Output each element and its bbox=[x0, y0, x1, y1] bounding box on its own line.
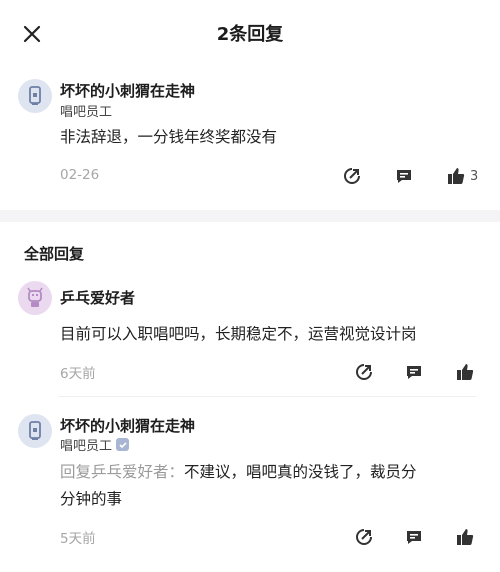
like-button[interactable]: 3 bbox=[446, 166, 478, 186]
like-button[interactable] bbox=[455, 527, 475, 547]
sheet-header: 2条回复 bbox=[0, 0, 500, 64]
reply-time: 5天前 bbox=[60, 531, 96, 547]
reply-text-line1: 不建议，唱吧真的没钱了，裁员分 bbox=[184, 463, 417, 481]
share-button[interactable] bbox=[354, 362, 374, 382]
share-icon bbox=[356, 364, 372, 380]
share-icon bbox=[344, 168, 360, 184]
replies-sheet: 2条回复 坏坏的小刺猬在走神 唱吧员工 非法辞退，一分钱年终奖都没有 02-26 bbox=[0, 0, 500, 572]
user-title: 唱吧员工 bbox=[60, 435, 130, 454]
user-title-text: 唱吧员工 bbox=[60, 105, 113, 120]
share-button[interactable] bbox=[354, 527, 374, 547]
user-title: 唱吧员工 bbox=[60, 101, 112, 120]
page-title: 2条回复 bbox=[216, 24, 284, 45]
reply-content: 回复乒乓爱好者：不建议，唱吧真的没钱了，裁员分 分钟的事 bbox=[60, 459, 480, 513]
reply-prefix[interactable]: 回复乒乓爱好者： bbox=[60, 463, 184, 481]
robot-avatar-icon bbox=[29, 421, 41, 440]
row-divider bbox=[58, 396, 476, 397]
avatar[interactable] bbox=[18, 281, 52, 315]
user-title-text: 唱吧员工 bbox=[60, 439, 113, 454]
reply-text-line2: 分钟的事 bbox=[60, 490, 123, 508]
comment-icon bbox=[397, 170, 411, 183]
user-name[interactable]: 坏坏的小刺猬在走神 bbox=[60, 80, 195, 101]
user-name[interactable]: 乒乓爱好者 bbox=[60, 287, 135, 308]
reply-content: 目前可以入职唱吧吗，长期稳定不，运营视觉设计岗 bbox=[60, 325, 417, 343]
like-count: 3 bbox=[470, 168, 479, 184]
comment-icon bbox=[407, 366, 421, 379]
thumbs-up-icon bbox=[448, 168, 465, 184]
section-divider bbox=[0, 210, 500, 222]
like-button[interactable] bbox=[455, 362, 475, 382]
robot-avatar-icon bbox=[29, 86, 41, 105]
user-name[interactable]: 坏坏的小刺猬在走神 bbox=[60, 415, 195, 436]
comment-time: 02-26 bbox=[60, 167, 100, 183]
comment-button[interactable] bbox=[394, 166, 414, 186]
share-icon bbox=[356, 529, 372, 545]
section-title: 全部回复 bbox=[24, 245, 85, 263]
comment-button[interactable] bbox=[404, 527, 424, 547]
avatar[interactable] bbox=[18, 414, 52, 448]
thumbs-up-icon bbox=[457, 364, 474, 380]
reply-time: 6天前 bbox=[60, 366, 96, 382]
share-button[interactable] bbox=[342, 166, 362, 186]
verified-badge-icon bbox=[116, 438, 130, 451]
comment-content: 非法辞退，一分钱年终奖都没有 bbox=[60, 128, 278, 146]
comment-icon bbox=[407, 531, 421, 544]
robot-avatar-icon bbox=[27, 287, 43, 307]
thumbs-up-icon bbox=[457, 529, 474, 545]
comment-button[interactable] bbox=[404, 362, 424, 382]
avatar[interactable] bbox=[18, 79, 52, 113]
